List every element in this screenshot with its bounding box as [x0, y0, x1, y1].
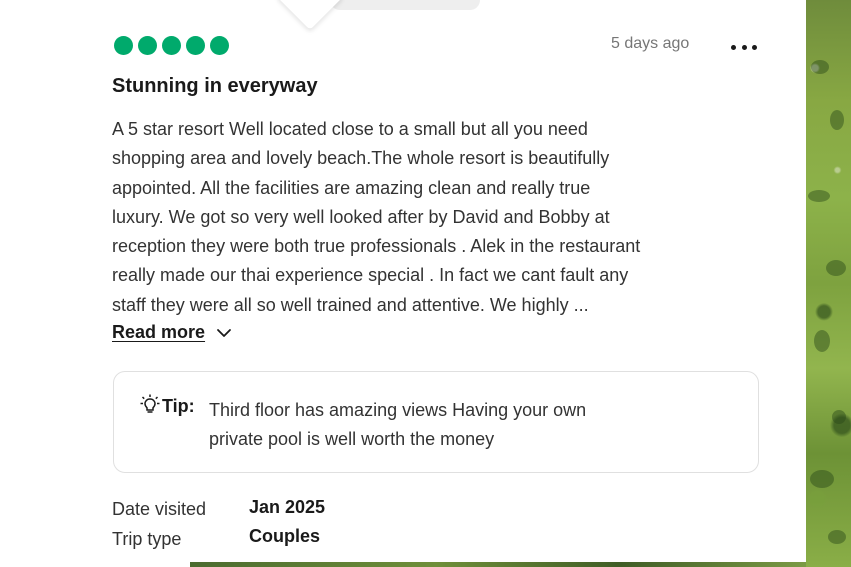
read-more-label: Read more: [112, 322, 206, 342]
date-visited-value: Jan 2025: [249, 497, 326, 517]
rating-bubbles: [114, 36, 229, 55]
rating-bubble-icon: [162, 36, 181, 55]
review-date: 5 days ago: [611, 35, 690, 52]
review-body: A 5 star resort Well located close to a …: [112, 119, 641, 315]
rating-bubble-icon: [114, 36, 133, 55]
tip-text: Third floor has amazing views Having you…: [209, 400, 587, 449]
review-title: Stunning in everyway: [112, 75, 318, 97]
date-visited-label: Date visited: [112, 499, 207, 519]
speech-bubble-shadow: [330, 0, 480, 10]
tip-label: Tip:: [162, 396, 195, 416]
speech-bubble-tail: [276, 0, 344, 30]
rating-bubble-icon: [138, 36, 157, 55]
trip-type-label: Trip type: [112, 529, 182, 549]
review-card: 5 days ago Stunning in everyway A 5 star…: [0, 0, 806, 567]
rating-bubble-icon: [186, 36, 205, 55]
tip-box: Tip: Third floor has amazing views Havin…: [113, 371, 759, 473]
lightbulb-icon: [140, 394, 160, 413]
hotel-photo[interactable]: [806, 0, 851, 567]
chevron-down-icon: [217, 328, 231, 337]
trip-type-value: Couples: [249, 526, 321, 546]
rating-bubble-icon: [210, 36, 229, 55]
photo-strip: [190, 562, 806, 567]
ellipsis-icon[interactable]: [729, 36, 759, 58]
read-more-button[interactable]: Read more: [112, 322, 233, 343]
